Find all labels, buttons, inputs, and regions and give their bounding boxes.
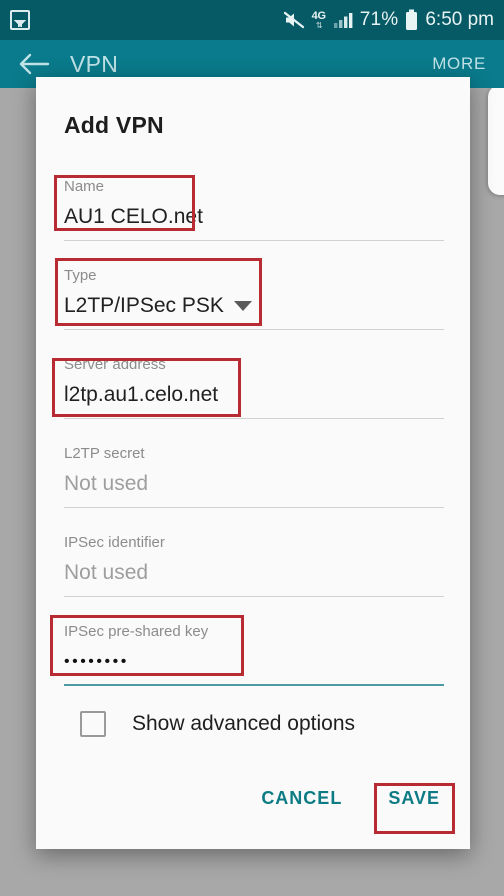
chevron-down-icon[interactable] — [233, 301, 252, 311]
field-type-underline — [64, 329, 444, 330]
dialog-title: Add VPN — [64, 112, 164, 138]
clock-label: 6:50 pm — [425, 9, 494, 30]
field-server-address-value: l2tp.au1.celo.net — [64, 383, 219, 406]
field-server-address[interactable]: Server address l2tp.au1.celo.net — [64, 355, 444, 419]
field-ipsec-identifier-value: Not used — [64, 561, 149, 584]
field-l2tp-secret-underline — [64, 507, 444, 508]
more-button[interactable]: MORE — [432, 54, 486, 74]
network-type-icon: 4G ⇅ — [311, 9, 326, 30]
status-bar: 4G ⇅ 71% 6:50 pm — [0, 0, 504, 40]
show-advanced-options-checkbox[interactable] — [80, 711, 106, 737]
field-name[interactable]: Name AU1 CELO.net — [64, 177, 444, 241]
field-name-value: AU1 CELO.net — [64, 205, 203, 228]
field-l2tp-secret-value: Not used — [64, 472, 149, 495]
screenshot-icon — [10, 10, 30, 30]
field-ipsec-identifier-label: IPSec identifier — [64, 534, 165, 551]
back-arrow-icon[interactable] — [18, 51, 52, 77]
field-server-address-label: Server address — [64, 356, 166, 373]
field-ipsec-identifier-underline — [64, 596, 444, 597]
show-advanced-options-label: Show advanced options — [132, 712, 355, 735]
field-l2tp-secret[interactable]: L2TP secret Not used — [64, 444, 444, 508]
save-button[interactable]: SAVE — [384, 782, 444, 815]
field-l2tp-secret-label: L2TP secret — [64, 445, 145, 462]
field-ipsec-preshared-key-value: •••••••• — [64, 653, 129, 670]
cancel-button[interactable]: CANCEL — [257, 782, 346, 815]
field-ipsec-identifier[interactable]: IPSec identifier Not used — [64, 533, 444, 597]
network-arrows-icon: ⇅ — [315, 20, 323, 30]
add-vpn-dialog: Add VPN Name AU1 CELO.net Type L2TP/IPSe… — [36, 77, 470, 849]
field-ipsec-preshared-key-label: IPSec pre-shared key — [64, 623, 209, 640]
field-name-underline — [64, 240, 444, 241]
mute-icon — [283, 10, 305, 30]
background-vpn-list-card — [488, 85, 504, 195]
phone-screen: 4G ⇅ 71% 6:50 pm VPN MORE Add VPN Name A… — [0, 0, 504, 896]
field-type-value-row: L2TP/IPSec PSK — [64, 291, 442, 321]
show-advanced-options-row[interactable]: Show advanced options — [36, 711, 470, 737]
field-server-address-underline — [64, 418, 444, 419]
vpn-form: Name AU1 CELO.net Type L2TP/IPSec PSK Se… — [36, 177, 470, 686]
signal-bars-icon — [333, 11, 353, 29]
dialog-actions: CANCEL SAVE — [257, 782, 444, 815]
network-type-label: 4G — [311, 9, 326, 22]
battery-icon — [405, 9, 418, 31]
field-type[interactable]: Type L2TP/IPSec PSK — [64, 266, 444, 330]
field-type-value: L2TP/IPSec PSK — [64, 294, 224, 317]
field-name-label: Name — [64, 178, 105, 195]
field-ipsec-preshared-key[interactable]: IPSec pre-shared key •••••••• — [64, 622, 444, 686]
page-title: VPN — [70, 50, 119, 77]
battery-percent-label: 71% — [359, 9, 399, 30]
field-type-label: Type — [64, 267, 97, 284]
field-ipsec-preshared-key-underline — [64, 684, 444, 686]
